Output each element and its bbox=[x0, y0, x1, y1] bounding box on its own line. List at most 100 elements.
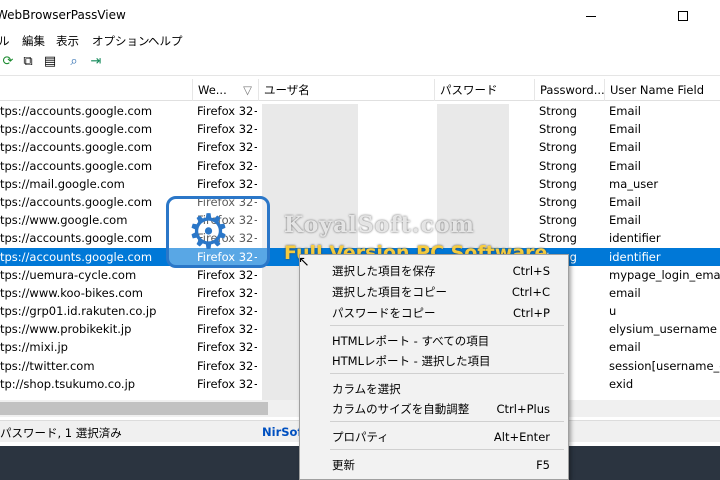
mouse-cursor-icon: ↖ bbox=[298, 254, 310, 270]
table-row[interactable]: tps://accounts.google.com Firefox 32+ Stro… bbox=[0, 102, 720, 120]
browser-cell: Firefox 32+ bbox=[197, 249, 257, 264]
url-cell: tps://uemura-cycle.com bbox=[0, 267, 137, 282]
minimize-button[interactable] bbox=[568, 0, 614, 32]
window-title: WebBrowserPassView bbox=[0, 8, 126, 22]
url-cell: tps://accounts.google.com bbox=[0, 104, 153, 118]
menu-item-choose-columns[interactable]: カラムを選択 bbox=[300, 379, 568, 399]
table-row[interactable]: tps://mail.google.com Firefox 32+ Strong ma… bbox=[0, 175, 720, 193]
table-row[interactable]: tps://accounts.google.com Firefox 32+ Stro… bbox=[0, 157, 720, 175]
browser-cell: Firefox 32+ bbox=[197, 213, 257, 228]
menu-edit[interactable]: 編集 bbox=[22, 33, 45, 49]
password-column-header[interactable]: パスワード bbox=[434, 79, 534, 101]
menu-item-shortcut: Ctrl+C bbox=[511, 285, 550, 299]
column-headers: We... ▽ ユーザ名 パスワード Password... User Name… bbox=[0, 79, 720, 101]
menu-item-refresh[interactable]: 更新 F5 bbox=[300, 455, 568, 475]
menu-item-shortcut: Ctrl+Plus bbox=[496, 402, 550, 416]
url-cell: tps://grp01.id.rakuten.co.jp bbox=[0, 304, 157, 319]
strength-cell: Strong bbox=[539, 231, 577, 246]
exit-icon[interactable]: ⇥ bbox=[88, 54, 104, 70]
browser-cell: Firefox 32+ bbox=[197, 140, 257, 155]
menu-help[interactable]: ヘルプ bbox=[148, 33, 183, 49]
status-count: パスワード, 1 選択済み bbox=[0, 426, 122, 440]
menu-item-label: プロパティ bbox=[332, 430, 389, 444]
browser-cell: Firefox 32+ bbox=[197, 358, 257, 373]
field-cell: Email bbox=[609, 213, 641, 228]
url-column-header[interactable] bbox=[0, 79, 192, 101]
menu-item-copy-password[interactable]: パスワードをコピー Ctrl+P bbox=[300, 303, 568, 323]
strength-cell: Strong bbox=[539, 176, 577, 191]
minimize-icon bbox=[586, 15, 596, 17]
maximize-button[interactable] bbox=[660, 0, 706, 32]
browser-cell: Firefox 32+ bbox=[197, 104, 257, 118]
browser-cell: Firefox 32+ bbox=[197, 340, 257, 355]
table-row[interactable]: tps://accounts.google.com Firefox 32+ Stro… bbox=[0, 138, 720, 156]
menu-item-properties[interactable]: プロパティ Alt+Enter bbox=[300, 427, 568, 447]
url-cell: tps://www.google.com bbox=[0, 213, 128, 228]
field-cell: u bbox=[609, 304, 617, 319]
menu-item-copy-selected-item[interactable]: 選択した項目をコピー Ctrl+C bbox=[300, 282, 568, 302]
menu-item-auto-size-columns[interactable]: カラムのサイズを自動調整 Ctrl+Plus bbox=[300, 399, 568, 419]
menu-item-label: 選択した項目を保存 bbox=[332, 264, 436, 278]
table-row[interactable]: tps://www.google.com Firefox 32+ Strong Ema… bbox=[0, 211, 720, 229]
table-row[interactable]: tps://accounts.google.com Firefox 32+ Stro… bbox=[0, 120, 720, 138]
url-cell: tps://accounts.google.com bbox=[0, 158, 153, 173]
menu-item-label: カラムのサイズを自動調整 bbox=[332, 402, 470, 416]
find-icon[interactable]: ⌕ bbox=[66, 54, 82, 70]
strength-cell: Strong bbox=[539, 104, 577, 118]
table-row[interactable]: tps://accounts.google.com Firefox 32+ Stro… bbox=[0, 193, 720, 211]
url-cell: tps://accounts.google.com bbox=[0, 122, 153, 137]
menu-item-label: パスワードをコピー bbox=[332, 306, 436, 320]
url-cell: tp://shop.tsukumo.co.jp bbox=[0, 376, 136, 391]
scrollbar-thumb[interactable] bbox=[0, 402, 268, 415]
menu-view[interactable]: 表示 bbox=[56, 33, 79, 49]
url-cell: tps://mixi.jp bbox=[0, 340, 68, 355]
url-cell: tps://accounts.google.com bbox=[0, 249, 153, 264]
username-column-header[interactable]: ユーザ名 bbox=[258, 79, 434, 101]
toolbar: ⟳ ⧉ ▤ ⌕ ⇥ bbox=[0, 50, 720, 76]
password-strength-column-header[interactable]: Password... bbox=[534, 79, 604, 101]
field-cell: mypage_login_email bbox=[609, 267, 720, 282]
menu-item-shortcut: F5 bbox=[536, 458, 550, 472]
browser-cell: Firefox 32+ bbox=[197, 322, 257, 337]
strength-cell: Strong bbox=[539, 122, 577, 137]
field-cell: Email bbox=[609, 122, 641, 137]
sort-down-icon: ▽ bbox=[243, 83, 252, 97]
field-cell: identifier bbox=[609, 249, 661, 264]
title-bar: WebBrowserPassView bbox=[0, 0, 720, 32]
menu-separator bbox=[330, 449, 564, 450]
menu-item-label: 選択した項目をコピー bbox=[332, 285, 447, 299]
menu-item-shortcut: Alt+Enter bbox=[493, 430, 550, 444]
strength-cell: Strong bbox=[539, 158, 577, 173]
menu-item-shortcut: Ctrl+P bbox=[512, 306, 550, 320]
menu-item-save-selected-item[interactable]: 選択した項目を保存 Ctrl+S bbox=[300, 261, 568, 281]
menu-separator bbox=[330, 421, 564, 422]
url-cell: tps://www.koo-bikes.com bbox=[0, 285, 143, 300]
menu-item-html-report-selected[interactable]: HTMLレポート - 選択した項目 bbox=[300, 351, 568, 371]
menu-item-label: HTMLレポート - 選択した項目 bbox=[332, 354, 491, 368]
menu-separator bbox=[330, 373, 564, 374]
field-cell: email bbox=[609, 285, 641, 300]
table-row[interactable]: tps://accounts.google.com Firefox 32+ Stro… bbox=[0, 229, 720, 247]
strength-cell: Strong bbox=[539, 140, 577, 155]
menu-item-shortcut: Ctrl+S bbox=[512, 264, 550, 278]
menu-file[interactable]: ル bbox=[0, 33, 10, 49]
browser-cell: Firefox 32+ bbox=[197, 285, 257, 300]
maximize-icon bbox=[678, 11, 688, 21]
menu-options[interactable]: オプション bbox=[92, 33, 150, 49]
field-cell: Email bbox=[609, 140, 641, 155]
browser-cell: Firefox 32+ bbox=[197, 158, 257, 173]
menu-item-label: カラムを選択 bbox=[332, 382, 401, 396]
browser-cell: Firefox 32+ bbox=[197, 176, 257, 191]
web-browser-column-header[interactable]: We... ▽ bbox=[192, 79, 258, 101]
field-cell: email bbox=[609, 340, 641, 355]
user-name-field-column-header[interactable]: User Name Field bbox=[604, 79, 720, 101]
properties-icon[interactable]: ▤ bbox=[42, 54, 58, 70]
menu-bar: ル 編集 表示 オプション ヘルプ bbox=[0, 32, 720, 50]
field-cell: elysium_username bbox=[609, 322, 717, 337]
browser-cell: Firefox 32+ bbox=[197, 376, 257, 391]
refresh-icon[interactable]: ⟳ bbox=[0, 54, 16, 70]
menu-item-html-report-all[interactable]: HTMLレポート - すべての項目 bbox=[300, 331, 568, 351]
browser-cell: Firefox 32+ bbox=[197, 231, 257, 246]
field-cell: Email bbox=[609, 158, 641, 173]
copy-icon[interactable]: ⧉ bbox=[20, 54, 36, 70]
